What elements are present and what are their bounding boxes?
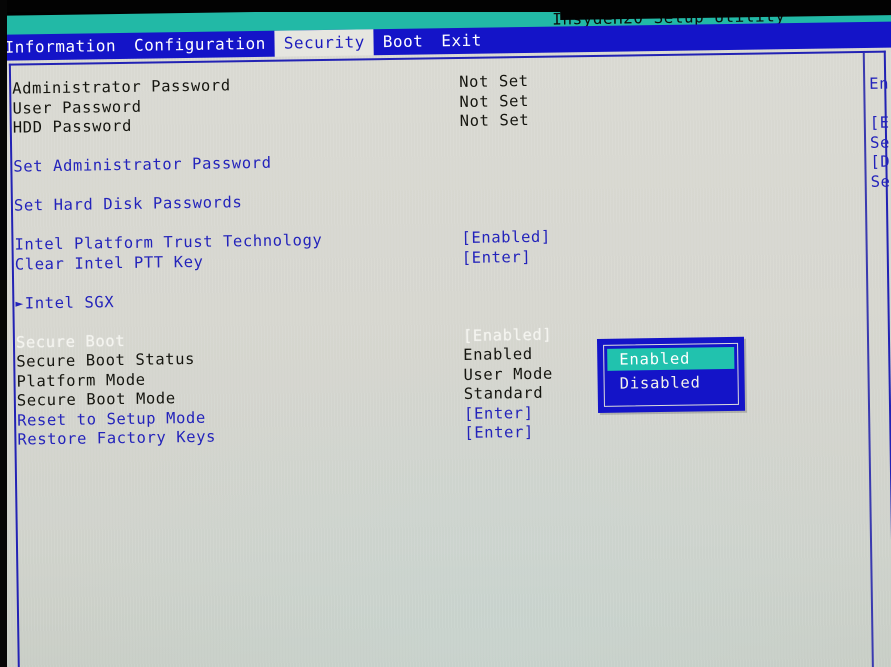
help-line: Se bbox=[870, 172, 891, 191]
setting-label: Secure Boot bbox=[15, 331, 126, 352]
setting-value[interactable]: Enabled bbox=[463, 345, 533, 366]
setting-label: ►Intel SGX bbox=[15, 293, 114, 314]
help-panel: En [E Se [D Se bbox=[869, 74, 891, 192]
help-line: Se bbox=[869, 133, 891, 152]
setting-value[interactable]: Standard bbox=[464, 384, 544, 405]
help-line: [D bbox=[870, 152, 891, 171]
bios-screen: InsydeH20 Setup Utility InformationConfi… bbox=[0, 0, 891, 667]
submenu-arrow-icon: ► bbox=[15, 295, 24, 312]
setting-value[interactable]: [Enter] bbox=[462, 247, 532, 268]
tab-information[interactable]: Information bbox=[0, 33, 125, 62]
tab-security[interactable]: Security bbox=[274, 29, 375, 58]
setting-label: Secure Boot Status bbox=[16, 349, 196, 371]
setting-value[interactable]: [Enter] bbox=[464, 403, 534, 424]
setting-value[interactable]: Not Set bbox=[459, 91, 529, 112]
setting-label: Secure Boot Mode bbox=[16, 389, 176, 410]
setting-label: HDD Password bbox=[12, 116, 133, 137]
dropdown-inner-border: Enabled Disabled bbox=[603, 342, 739, 407]
setting-value[interactable]: Not Set bbox=[459, 72, 529, 93]
photo-bezel-top bbox=[0, 0, 891, 12]
setting-label: Platform Mode bbox=[16, 370, 146, 391]
setting-value[interactable]: [Enabled] bbox=[463, 325, 553, 346]
help-line: En bbox=[869, 74, 890, 93]
setting-label: Set Administrator Password bbox=[13, 153, 272, 176]
setting-value[interactable]: User Mode bbox=[463, 364, 553, 385]
setting-value[interactable]: [Enabled] bbox=[461, 228, 551, 249]
setting-value[interactable]: Not Set bbox=[460, 111, 530, 132]
setting-label-text: Intel SGX bbox=[24, 292, 115, 312]
photo-bezel-left bbox=[0, 0, 7, 667]
help-spacer bbox=[869, 94, 891, 114]
secure-boot-dropdown[interactable]: Enabled Disabled bbox=[596, 336, 746, 413]
setting-value[interactable]: [Enter] bbox=[464, 423, 534, 444]
tab-boot[interactable]: Boot bbox=[374, 28, 433, 56]
setting-label: User Password bbox=[12, 97, 142, 118]
tab-exit[interactable]: Exit bbox=[432, 28, 491, 56]
tab-configuration[interactable]: Configuration bbox=[125, 31, 275, 60]
help-line: [E bbox=[869, 113, 890, 132]
dropdown-option-disabled[interactable]: Disabled bbox=[607, 371, 734, 395]
setting-label: Clear Intel PTT Key bbox=[14, 252, 204, 274]
dropdown-option-enabled[interactable]: Enabled bbox=[607, 346, 735, 371]
setting-label: Restore Factory Keys bbox=[17, 427, 217, 449]
setting-label: Set Hard Disk Passwords bbox=[13, 193, 243, 215]
